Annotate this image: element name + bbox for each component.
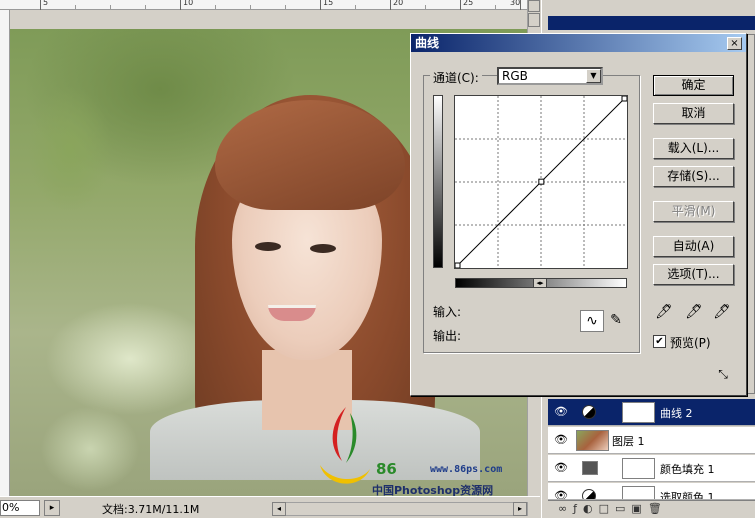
ok-button[interactable]: 确定 <box>653 75 734 96</box>
layer-row-selective-color-1[interactable]: 👁 选取颜色 1 <box>548 483 755 500</box>
scroll-left-button[interactable]: ◂ <box>272 502 286 516</box>
layer-mask-thumbnail <box>622 486 655 499</box>
curve-grid <box>454 95 628 269</box>
cancel-button[interactable]: 取消 <box>653 103 734 124</box>
scroll-right-button[interactable]: ▸ <box>513 502 527 516</box>
layer-name: 颜色填充 1 <box>660 463 715 476</box>
curve-control-point[interactable] <box>538 178 545 185</box>
photo-eye <box>310 244 336 253</box>
visibility-eye-icon[interactable]: 👁 <box>554 489 568 499</box>
watermark-url: www.86ps.com <box>430 464 503 475</box>
adjustment-layer-icon <box>582 489 596 499</box>
channel-label: 通道(C): <box>430 69 482 86</box>
expand-grid-icon[interactable]: ⤡ <box>714 366 732 382</box>
ruler-label: 10 <box>183 0 194 7</box>
load-button[interactable]: 载入(L)... <box>653 138 734 159</box>
ruler-label: 5 <box>43 0 49 7</box>
document-size-info: 文档:3.71M/11.1M <box>102 503 200 516</box>
auto-button[interactable]: 自动(A) <box>653 236 734 257</box>
white-eyedropper-icon[interactable]: 🖊 <box>713 303 731 321</box>
gradient-toggle-icon[interactable]: ◂▸ <box>533 278 547 288</box>
layer-name: 曲线 2 <box>660 407 693 420</box>
status-menu-button[interactable]: ▸ <box>44 500 60 516</box>
close-icon[interactable]: × <box>727 37 742 50</box>
save-button[interactable]: 存储(S)... <box>653 166 734 187</box>
panel-title-bar[interactable] <box>548 16 755 30</box>
watermark-logo-icon <box>320 407 370 484</box>
layer-image-thumbnail <box>576 430 609 451</box>
scroll-up-button[interactable] <box>528 0 540 12</box>
curve-tool-icon[interactable]: ∿ <box>580 310 604 332</box>
black-eyedropper-icon[interactable]: 🖊 <box>655 303 673 321</box>
scroll-thumb[interactable] <box>528 13 540 27</box>
curve-control-point[interactable] <box>454 262 461 269</box>
pencil-tool-icon[interactable]: ✎ <box>606 310 626 332</box>
layer-row-curves-2[interactable]: 👁 曲线 2 <box>548 399 755 426</box>
ruler-label: 25 <box>463 0 474 7</box>
layer-row-color-fill-1[interactable]: 👁 颜色填充 1 <box>548 455 755 482</box>
preview-label: 预览(P) <box>670 336 711 350</box>
photo-eye <box>255 242 281 251</box>
vertical-ruler <box>0 10 10 496</box>
layer-name: 图层 1 <box>612 435 645 448</box>
horizontal-ruler: 5 10 15 20 25 30 <box>0 0 527 10</box>
gray-eyedropper-icon[interactable]: 🖊 <box>685 303 703 321</box>
layer-row-layer-1[interactable]: 👁 图层 1 <box>548 427 755 454</box>
visibility-eye-icon[interactable]: 👁 <box>554 405 568 419</box>
visibility-eye-icon[interactable]: 👁 <box>554 461 568 475</box>
output-gradient-bar <box>433 95 443 268</box>
layer-name: 选取颜色 1 <box>660 491 715 500</box>
fill-color-swatch <box>582 461 598 475</box>
preview-checkbox[interactable]: ✔ <box>653 335 666 348</box>
curve-graph[interactable] <box>454 95 628 269</box>
smooth-button[interactable]: 平滑(M) <box>653 201 734 222</box>
ruler-label: 20 <box>393 0 404 7</box>
horizontal-scrollbar[interactable] <box>272 502 528 516</box>
ruler-label: 15 <box>323 0 334 7</box>
zoom-field[interactable]: 0% <box>0 500 40 516</box>
watermark-number: 86 <box>376 460 397 478</box>
curve-control-point[interactable] <box>621 95 628 102</box>
layer-mask-thumbnail <box>622 458 655 479</box>
layers-toolbar[interactable]: ∞ƒ◐□▭▣🗑 <box>548 500 755 518</box>
dialog-title-bar[interactable]: 曲线 <box>411 34 746 52</box>
adjustment-layer-icon <box>582 405 596 419</box>
input-label: 输入: <box>433 305 462 319</box>
output-label: 输出: <box>433 329 462 343</box>
visibility-eye-icon[interactable]: 👁 <box>554 433 568 447</box>
chevron-down-icon[interactable]: ▼ <box>586 69 601 83</box>
ruler-label: 30 <box>510 0 521 7</box>
options-button[interactable]: 选项(T)... <box>653 264 734 285</box>
layer-mask-thumbnail <box>622 402 655 423</box>
